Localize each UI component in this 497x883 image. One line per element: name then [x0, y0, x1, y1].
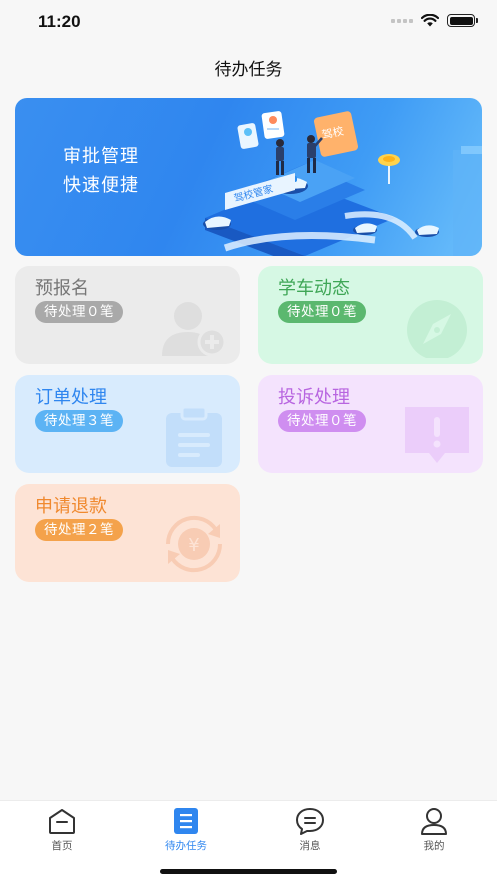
card-refund-request[interactable]: 申请退款 待处理２笔 ¥ [15, 484, 240, 582]
message-icon [296, 808, 324, 835]
card-driving-updates[interactable]: 学车动态 待处理０笔 [258, 266, 483, 364]
pending-badge: 待处理０笔 [278, 410, 366, 432]
banner-text: 审批管理 快速便捷 [63, 142, 139, 200]
signal-icon [391, 18, 413, 23]
card-complaint-processing[interactable]: 投诉处理 待处理０笔 [258, 375, 483, 473]
banner-line2: 快速便捷 [63, 175, 139, 196]
yuan-refund-icon: ¥ [165, 515, 223, 573]
home-indicator [160, 869, 337, 874]
clipboard-icon [166, 405, 222, 467]
pending-badge: 待处理０笔 [278, 301, 366, 323]
tab-tasks[interactable]: 待办任务 [124, 807, 248, 853]
card-order-processing[interactable]: 订单处理 待处理３笔 [15, 375, 240, 473]
pending-badge: 待处理２笔 [35, 519, 123, 541]
tab-messages[interactable]: 消息 [248, 807, 372, 853]
tab-label: 待办任务 [165, 840, 207, 852]
banner[interactable]: 审批管理 快速便捷 驾校管家 驾校 [15, 98, 482, 256]
tab-label: 首页 [51, 840, 73, 852]
status-bar: 11:20 [0, 0, 497, 48]
card-pre-registration[interactable]: 预报名 待处理０笔 [15, 266, 240, 364]
status-icons [391, 14, 478, 27]
add-user-icon [162, 302, 227, 357]
tab-home[interactable]: 首页 [0, 807, 124, 853]
banner-illustration: 驾校管家 驾校 [203, 111, 482, 256]
pending-badge: 待处理０笔 [35, 301, 123, 323]
card-title: 预报名 [35, 278, 89, 299]
alert-message-icon [405, 407, 469, 463]
home-icon [49, 809, 75, 834]
wifi-icon [421, 14, 439, 27]
banner-line1: 审批管理 [63, 146, 139, 167]
task-list-icon [174, 808, 198, 834]
pending-badge: 待处理３笔 [35, 410, 123, 432]
tab-label: 消息 [299, 840, 321, 852]
card-title: 申请退款 [35, 496, 107, 517]
nav-header: 待办任务 [0, 48, 497, 86]
profile-icon [421, 808, 447, 835]
status-time: 11:20 [38, 12, 81, 31]
compass-icon [407, 300, 467, 358]
card-title: 投诉处理 [278, 387, 350, 408]
tab-profile[interactable]: 我的 [372, 807, 496, 853]
battery-icon [447, 14, 478, 27]
card-title: 订单处理 [35, 387, 107, 408]
tab-label: 我的 [423, 840, 445, 852]
svg-text:¥: ¥ [188, 535, 199, 556]
card-title: 学车动态 [278, 278, 350, 299]
page-title: 待办任务 [214, 59, 283, 80]
